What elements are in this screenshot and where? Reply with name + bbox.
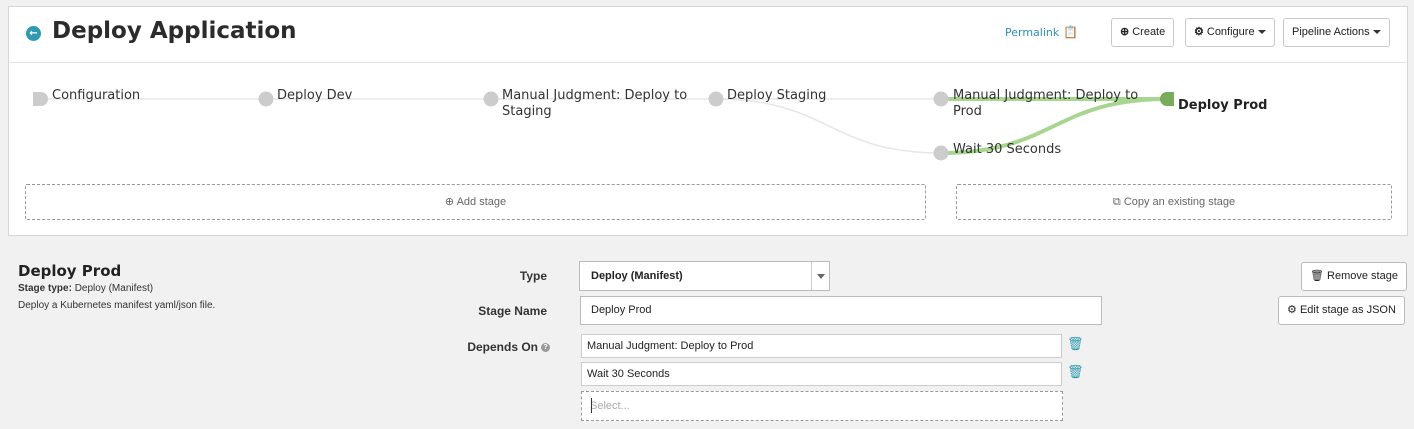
edge-staging-wait <box>715 98 942 154</box>
label-line: Manual Judgment: Deploy to <box>502 88 688 103</box>
text-cursor <box>591 398 592 413</box>
create-button[interactable]: ⊕ Create <box>1111 18 1175 47</box>
gear-icon: ⚙ <box>1287 304 1297 316</box>
trash-icon: 🗑 <box>1310 270 1324 282</box>
pipeline-actions-button[interactable]: Pipeline Actions <box>1283 18 1390 47</box>
node-judgment-prod[interactable] <box>933 91 949 107</box>
stage-type-prefix: Stage type: <box>18 283 72 294</box>
remove-stage-label: Remove stage <box>1327 270 1398 282</box>
stage-type-value: Deploy (Manifest) <box>74 283 154 294</box>
type-label: Type <box>519 269 547 283</box>
stage-name-input[interactable]: Deploy Prod <box>580 296 1102 325</box>
stage-config-panel: Deploy Prod Stage type: Deploy (Manifest… <box>0 236 1414 429</box>
node-configuration[interactable] <box>33 92 48 106</box>
plus-circle-icon: ⊕ <box>444 196 455 208</box>
page-title: Deploy Application <box>52 18 297 44</box>
chevron-down-icon[interactable] <box>811 262 829 290</box>
stage-name-label: Stage Name <box>478 304 547 318</box>
node-label-judgment-prod[interactable]: Manual Judgment: Deploy to Prod <box>953 88 1138 120</box>
configure-button[interactable]: ⚙ Configure <box>1185 18 1275 47</box>
plus-circle-icon: ⊕ <box>1120 26 1130 38</box>
label-line: Staging <box>502 104 552 119</box>
type-select-value: Deploy (Manifest) <box>591 270 683 282</box>
node-label-wait[interactable]: Wait 30 Seconds <box>953 142 1061 158</box>
node-wait[interactable] <box>933 145 949 161</box>
node-label-configuration[interactable]: Configuration <box>52 88 140 104</box>
copy-icon: ⧉ <box>1112 196 1121 208</box>
node-deploy-prod[interactable] <box>1160 92 1174 106</box>
edit-json-button[interactable]: ⚙ Edit stage as JSON <box>1278 296 1405 325</box>
depends-on-select[interactable]: Select... <box>581 391 1063 421</box>
copy-stage-label: Copy an existing stage <box>1123 196 1236 208</box>
node-label-deploy-staging[interactable]: Deploy Staging <box>727 88 826 104</box>
add-stage-label: Add stage <box>456 196 507 208</box>
label-line: Prod <box>953 104 982 119</box>
configure-label: Configure <box>1206 26 1255 38</box>
depends-on-label: Depends On? <box>430 340 550 354</box>
type-select[interactable]: Deploy (Manifest) <box>579 261 830 291</box>
depends-on-text: Depends On <box>467 340 538 354</box>
pipeline-graph-edges <box>33 91 1174 161</box>
label-line: Manual Judgment: Deploy to <box>953 88 1139 103</box>
clipboard-icon[interactable]: 📋 <box>1063 25 1078 39</box>
caret-down-icon <box>1372 30 1381 35</box>
gear-icon: ⚙ <box>1194 26 1204 38</box>
depends-on-item: Wait 30 Seconds <box>581 362 1062 386</box>
node-label-deploy-dev[interactable]: Deploy Dev <box>277 88 352 104</box>
pipeline-graph: Configuration Deploy Dev Manual Judgment… <box>9 63 1407 183</box>
node-label-deploy-prod[interactable]: Deploy Prod <box>1178 98 1267 114</box>
pipeline-panel: ← Deploy Application Permalink 📋 ⊕ Create… <box>8 6 1408 236</box>
node-judgment-staging[interactable] <box>483 91 499 107</box>
stage-type: Stage type: Deploy (Manifest) <box>18 283 153 294</box>
help-icon[interactable]: ? <box>541 343 550 353</box>
trash-icon[interactable]: 🗑 <box>1067 337 1084 352</box>
node-deploy-dev[interactable] <box>258 91 274 107</box>
remove-stage-button[interactable]: 🗑 Remove stage <box>1301 262 1407 291</box>
copy-stage-button[interactable]: ⧉ Copy an existing stage <box>956 184 1392 220</box>
permalink-link[interactable]: Permalink <box>1005 26 1059 39</box>
add-stage-button[interactable]: ⊕ Add stage <box>25 184 926 220</box>
create-label: Create <box>1132 26 1166 38</box>
pipeline-header: ← Deploy Application Permalink 📋 ⊕ Create… <box>9 7 1407 63</box>
node-deploy-staging[interactable] <box>708 91 724 107</box>
trash-icon[interactable]: 🗑 <box>1067 365 1084 380</box>
caret-down-icon <box>1257 30 1266 35</box>
pipeline-actions-label: Pipeline Actions <box>1292 26 1370 38</box>
node-label-judgment-staging[interactable]: Manual Judgment: Deploy to Staging <box>502 88 687 120</box>
stage-description: Deploy a Kubernetes manifest yaml/json f… <box>18 300 216 311</box>
depends-on-item: Manual Judgment: Deploy to Prod <box>581 334 1062 358</box>
edit-json-label: Edit stage as JSON <box>1299 304 1396 316</box>
back-arrow-icon[interactable]: ← <box>26 26 41 41</box>
stage-title: Deploy Prod <box>18 262 122 280</box>
